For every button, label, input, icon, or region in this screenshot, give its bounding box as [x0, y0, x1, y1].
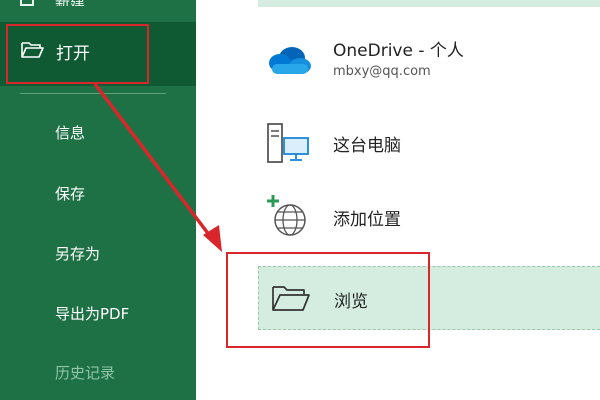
annotation-box-open [6, 24, 149, 84]
sidebar-item-save[interactable]: 保存 [55, 183, 85, 204]
sidebar-divider [20, 93, 166, 94]
location-add-place[interactable]: 添加位置 [258, 188, 600, 248]
location-this-pc[interactable]: 这台电脑 [258, 112, 600, 172]
computer-icon [267, 123, 309, 163]
add-place-globe-icon [266, 194, 306, 236]
sidebar-item-save-as[interactable]: 另存为 [55, 243, 100, 264]
annotation-box-browse [226, 252, 430, 348]
new-document-icon [20, 0, 34, 6]
add-place-title: 添加位置 [333, 210, 401, 230]
sidebar-item-history[interactable]: 历史记录 [55, 362, 115, 383]
onedrive-account: mbxy@qq.com [333, 64, 431, 79]
location-onedrive[interactable]: OneDrive - 个人 mbxy@qq.com [258, 30, 600, 94]
sidebar-item-info[interactable]: 信息 [55, 122, 85, 143]
sidebar-item-export-pdf[interactable]: 导出为PDF [55, 303, 129, 324]
selected-location-strip [258, 0, 600, 7]
onedrive-title: OneDrive - 个人 [333, 41, 464, 61]
this-pc-title: 这台电脑 [333, 136, 401, 156]
sidebar-item-new[interactable]: 新建 [0, 0, 196, 10]
onedrive-cloud-icon [269, 47, 311, 74]
sidebar-item-new-label: 新建 [55, 0, 85, 6]
